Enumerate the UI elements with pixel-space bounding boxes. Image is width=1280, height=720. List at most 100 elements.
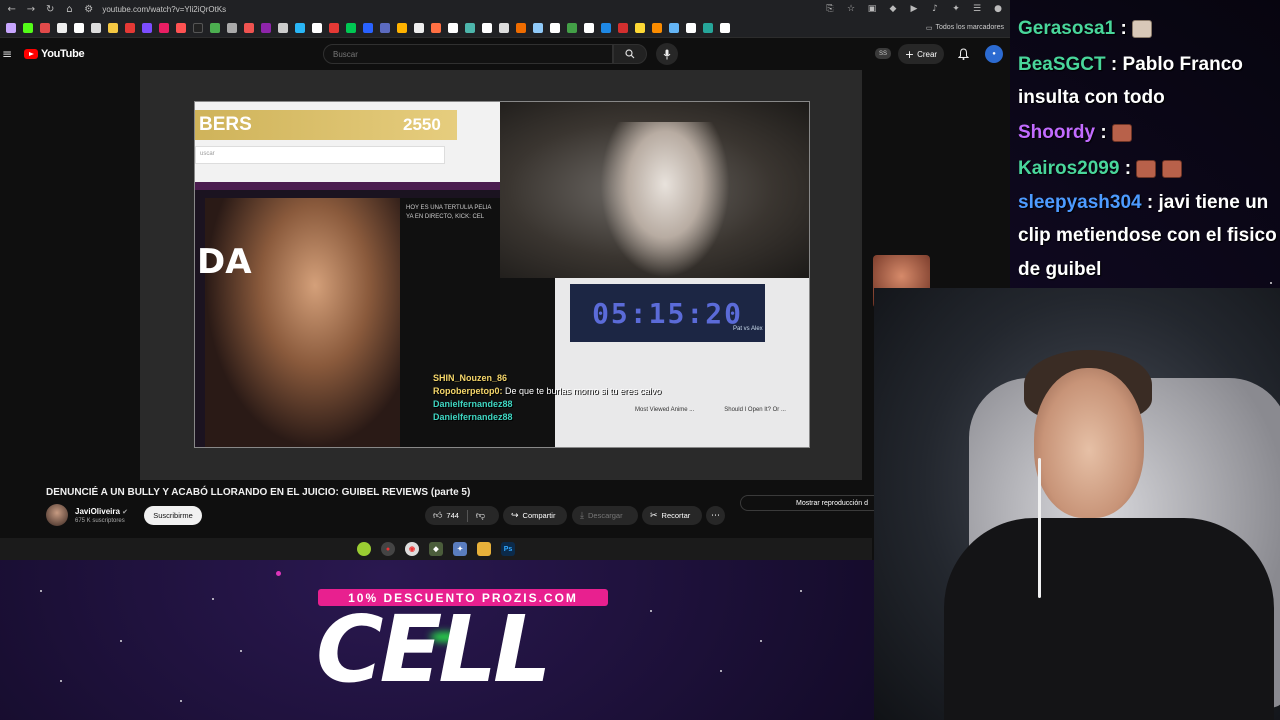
bookmark-icon[interactable] — [57, 22, 67, 33]
bookmark-icon[interactable] — [40, 22, 50, 33]
bookmark-icon[interactable] — [465, 22, 475, 33]
dislike-icon[interactable]: 👎︎ — [476, 511, 485, 521]
back-icon[interactable]: ← — [6, 3, 17, 15]
extension-icon[interactable]: ◆ — [887, 3, 899, 15]
bookmark-icon[interactable] — [533, 22, 543, 33]
extension-icon[interactable]: ▣ — [866, 3, 878, 15]
bookmark-icon[interactable] — [703, 22, 713, 33]
star-icon[interactable]: ☆ — [845, 3, 857, 15]
bookmark-icon[interactable] — [278, 22, 288, 33]
verified-icon: ✔ — [122, 508, 129, 516]
bookmark-icon[interactable] — [482, 22, 492, 33]
bookmark-icon[interactable] — [23, 22, 33, 33]
bookmark-icon[interactable] — [159, 22, 169, 33]
bookmark-icon[interactable] — [380, 22, 390, 33]
like-count[interactable]: 744 — [446, 511, 459, 520]
reload-icon[interactable]: ↻ — [45, 3, 56, 15]
more-icon: ⋯ — [711, 510, 720, 521]
photoshop-icon[interactable]: Ps — [501, 542, 515, 556]
profile-icon[interactable]: ● — [992, 3, 1004, 15]
bookmark-icon[interactable] — [720, 22, 730, 33]
video-player[interactable]: BERS 2550 uscar DA HOY ES UNA TERTULIA P… — [194, 101, 810, 448]
extension-icon[interactable]: ♪ — [929, 3, 941, 15]
folder-icon: ▭ — [925, 24, 933, 32]
stream-chat-line: Shoordy : — [1018, 116, 1278, 149]
bookmark-icon[interactable] — [516, 22, 526, 33]
address-bar[interactable]: youtube.com/watch?v=Yli2iQrOtKs — [102, 5, 816, 14]
bookmark-icon[interactable] — [261, 22, 271, 33]
bookmark-icon[interactable] — [448, 22, 458, 33]
site-info-icon[interactable]: ⚙ — [83, 3, 94, 15]
bookmark-icon[interactable] — [108, 22, 118, 33]
bookmark-icon[interactable] — [176, 22, 186, 33]
bookmark-icon[interactable] — [635, 22, 645, 33]
voice-search-button[interactable] — [656, 43, 678, 65]
bookmark-icon[interactable] — [601, 22, 611, 33]
bookmark-icon[interactable] — [397, 22, 407, 33]
all-bookmarks-folder[interactable]: ▭ Todos los marcadores — [926, 24, 1004, 32]
video-chat-overlay: SHIN_Nouzen_86 Ropoberpetop0: De que te … — [433, 372, 803, 442]
bookmark-icon[interactable] — [669, 22, 679, 33]
extension-icon[interactable]: ▶ — [908, 3, 920, 15]
search-input[interactable]: Buscar — [323, 44, 613, 64]
search-button[interactable] — [613, 44, 647, 64]
video-chat-line: SHIN_Nouzen_86 — [433, 373, 508, 383]
streamer-webcam — [874, 288, 1280, 720]
bookmark-icon[interactable] — [584, 22, 594, 33]
bookmark-icon[interactable] — [295, 22, 305, 33]
app-icon[interactable] — [357, 542, 371, 556]
bookmark-icon[interactable] — [550, 22, 560, 33]
app-icon[interactable]: ● — [381, 542, 395, 556]
bookmark-icon[interactable] — [312, 22, 322, 33]
account-avatar[interactable]: ● — [985, 45, 1003, 63]
folder-icon[interactable] — [477, 542, 491, 556]
app-icon[interactable]: ✦ — [453, 542, 467, 556]
bookmark-icon[interactable] — [227, 22, 237, 33]
home-icon[interactable]: ⌂ — [64, 3, 75, 15]
bookmark-icon[interactable] — [499, 22, 509, 33]
subscribe-button[interactable]: Suscribirme — [144, 506, 202, 525]
bookmark-icon[interactable] — [244, 22, 254, 33]
bookmark-icon[interactable] — [210, 22, 220, 33]
bookmark-icon[interactable] — [74, 22, 84, 33]
bookmark-icon[interactable] — [686, 22, 696, 33]
bookmark-icon[interactable] — [414, 22, 424, 33]
emote-icon — [1161, 159, 1182, 178]
youtube-play-icon — [24, 49, 38, 59]
notifications-button[interactable] — [957, 47, 969, 61]
bookmark-icon[interactable] — [618, 22, 628, 33]
youtube-logo[interactable]: YouTube — [24, 48, 85, 60]
bookmark-icon[interactable] — [193, 22, 203, 33]
menu-icon[interactable]: ☰ — [971, 3, 983, 15]
puzzle-icon[interactable]: ✦ — [950, 3, 962, 15]
bookmark-icon[interactable] — [91, 22, 101, 33]
share-button[interactable]: ↪ Compartir — [503, 506, 567, 525]
ss-badge[interactable]: SS — [875, 48, 891, 59]
download-icon: ⤓ — [580, 510, 584, 521]
emote-icon — [1111, 123, 1132, 142]
forward-icon[interactable]: → — [25, 3, 36, 15]
bookmark-icon[interactable] — [329, 22, 339, 33]
bookmark-icon[interactable] — [346, 22, 356, 33]
like-icon[interactable]: 👍︎ — [433, 511, 442, 521]
channel-avatar[interactable] — [46, 504, 68, 526]
app-icon[interactable]: ◆ — [429, 542, 443, 556]
hamburger-icon[interactable]: ≡ — [2, 47, 16, 61]
create-button[interactable]: + Crear — [898, 44, 944, 64]
clip-button[interactable]: ✂ Recortar — [642, 506, 702, 525]
bookmark-icon[interactable] — [142, 22, 152, 33]
bookmark-icon[interactable] — [125, 22, 135, 33]
chat-replay-button[interactable]: Mostrar reproducción d — [740, 495, 890, 511]
bookmark-icon[interactable] — [363, 22, 373, 33]
streamer-logo: CELL — [316, 596, 552, 703]
video-subs-count: 2550 — [403, 115, 441, 134]
channel-name[interactable]: JaviOliveira ✔ — [75, 507, 128, 516]
chrome-icon[interactable]: ◉ — [405, 542, 419, 556]
bookmark-icon[interactable] — [567, 22, 577, 33]
bookmark-icon[interactable] — [431, 22, 441, 33]
bookmark-icon[interactable] — [652, 22, 662, 33]
install-icon[interactable]: ⎘ — [824, 3, 836, 15]
download-button[interactable]: ⤓ Descargar — [572, 506, 638, 525]
more-actions-button[interactable]: ⋯ — [706, 506, 725, 525]
bookmark-icon[interactable] — [6, 22, 16, 33]
